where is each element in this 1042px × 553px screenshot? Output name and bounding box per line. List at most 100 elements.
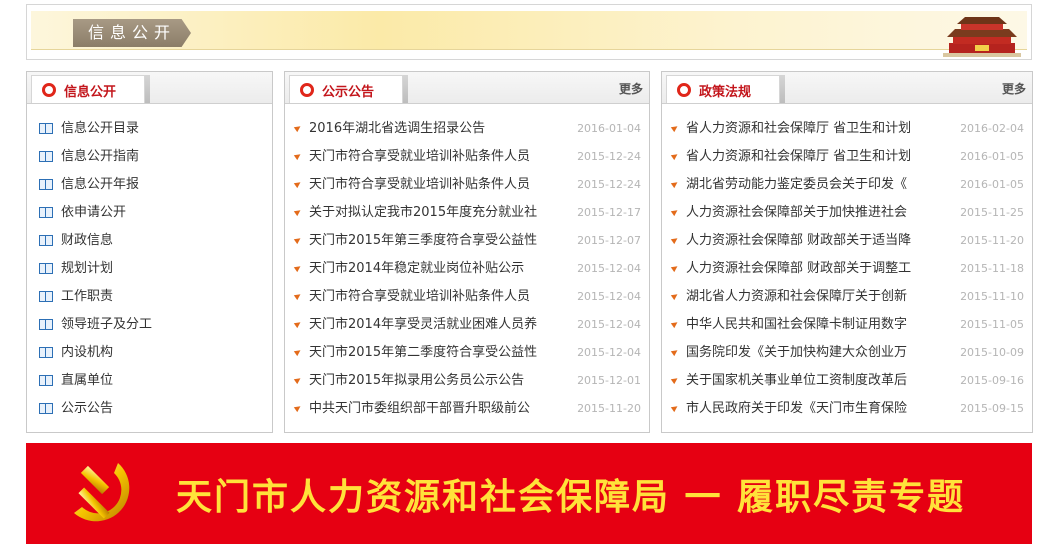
- policy-list-item[interactable]: 湖北省人力资源和社会保障厅关于创新 2015-11-10: [662, 287, 1032, 315]
- arrow-bullet-icon: [672, 236, 679, 243]
- arrow-bullet-icon: [295, 236, 302, 243]
- arrow-bullet-icon: [295, 124, 302, 131]
- policy-item-title[interactable]: 人力资源社会保障部 财政部关于适当降: [686, 231, 911, 251]
- notice-item-title[interactable]: 天门市符合享受就业培训补贴条件人员: [309, 147, 530, 167]
- info-list-item[interactable]: 信息公开年报: [27, 175, 272, 203]
- arrow-bullet-icon: [295, 348, 302, 355]
- info-list-label[interactable]: 信息公开年报: [61, 175, 139, 195]
- info-list-label[interactable]: 信息公开指南: [61, 147, 139, 167]
- policy-item-title[interactable]: 省人力资源和社会保障厅 省卫生和计划: [686, 119, 911, 139]
- info-panel-tab[interactable]: 信息公开: [31, 75, 145, 103]
- notice-list-item[interactable]: 关于对拟认定我市2015年度充分就业社 2015-12-17: [285, 203, 649, 231]
- tab-edge: [403, 75, 408, 103]
- notice-item-date: 2015-12-24: [577, 178, 641, 191]
- notice-item-title[interactable]: 中共天门市委组织部干部晋升职级前公: [309, 399, 530, 419]
- info-list-item[interactable]: 直属单位: [27, 371, 272, 399]
- policy-item-date: 2016-01-05: [960, 178, 1024, 191]
- policy-item-title[interactable]: 省人力资源和社会保障厅 省卫生和计划: [686, 147, 911, 167]
- info-list-item[interactable]: 领导班子及分工: [27, 315, 272, 343]
- notice-list-item[interactable]: 天门市符合享受就业培训补贴条件人员 2015-12-04: [285, 287, 649, 315]
- book-icon: [39, 207, 53, 218]
- book-icon: [39, 151, 53, 162]
- header-title: 信息公开: [73, 19, 191, 47]
- policy-item-title[interactable]: 人力资源社会保障部关于加快推进社会: [686, 203, 907, 223]
- info-list-label[interactable]: 依申请公开: [61, 203, 126, 223]
- policy-list-item[interactable]: 省人力资源和社会保障厅 省卫生和计划 2016-02-04: [662, 119, 1032, 147]
- policy-item-date: 2015-11-25: [960, 206, 1024, 219]
- notice-list-item[interactable]: 2016年湖北省选调生招录公告 2016-01-04: [285, 119, 649, 147]
- policy-list-item[interactable]: 市人民政府关于印发《天门市生育保险 2015-09-15: [662, 399, 1032, 427]
- policy-item-title[interactable]: 关于国家机关事业单位工资制度改革后: [686, 371, 907, 391]
- notice-list-item[interactable]: 天门市2014年稳定就业岗位补贴公示 2015-12-04: [285, 259, 649, 287]
- info-list-label[interactable]: 工作职责: [61, 287, 113, 307]
- info-list-item[interactable]: 信息公开指南: [27, 147, 272, 175]
- notice-item-date: 2015-12-07: [577, 234, 641, 247]
- arrow-bullet-icon: [295, 152, 302, 159]
- book-icon: [39, 291, 53, 302]
- notice-item-title[interactable]: 天门市2014年稳定就业岗位补贴公示: [309, 259, 524, 279]
- info-list-label[interactable]: 内设机构: [61, 343, 113, 363]
- policy-item-date: 2015-11-10: [960, 290, 1024, 303]
- info-list-item[interactable]: 依申请公开: [27, 203, 272, 231]
- policy-item-title[interactable]: 人力资源社会保障部 财政部关于调整工: [686, 259, 911, 279]
- policy-list-item[interactable]: 人力资源社会保障部关于加快推进社会 2015-11-25: [662, 203, 1032, 231]
- info-list-item[interactable]: 公示公告: [27, 399, 272, 427]
- policy-item-title[interactable]: 湖北省劳动能力鉴定委员会关于印发《: [686, 175, 907, 195]
- notice-item-title[interactable]: 关于对拟认定我市2015年度充分就业社: [309, 203, 537, 223]
- policy-item-title[interactable]: 湖北省人力资源和社会保障厅关于创新: [686, 287, 907, 307]
- info-list-label[interactable]: 规划计划: [61, 259, 113, 279]
- info-list-label[interactable]: 信息公开目录: [61, 119, 139, 139]
- policy-item-date: 2015-11-18: [960, 262, 1024, 275]
- info-list-item[interactable]: 规划计划: [27, 259, 272, 287]
- info-list-label[interactable]: 公示公告: [61, 399, 113, 419]
- arrow-bullet-icon: [295, 376, 302, 383]
- arrow-bullet-icon: [672, 348, 679, 355]
- notice-item-title[interactable]: 2016年湖北省选调生招录公告: [309, 119, 485, 139]
- notice-list-item[interactable]: 中共天门市委组织部干部晋升职级前公 2015-11-20: [285, 399, 649, 427]
- notice-list-item[interactable]: 天门市符合享受就业培训补贴条件人员 2015-12-24: [285, 147, 649, 175]
- policy-list-item[interactable]: 中华人民共和国社会保障卡制证用数字 2015-11-05: [662, 315, 1032, 343]
- info-list-item[interactable]: 工作职责: [27, 287, 272, 315]
- notice-item-title[interactable]: 天门市符合享受就业培训补贴条件人员: [309, 175, 530, 195]
- notice-more-link[interactable]: 更多: [619, 80, 643, 97]
- info-list-label[interactable]: 直属单位: [61, 371, 113, 391]
- info-list-item[interactable]: 内设机构: [27, 343, 272, 371]
- arrow-bullet-icon: [295, 320, 302, 327]
- notice-panel-tab[interactable]: 公示公告: [289, 75, 403, 103]
- notice-item-title[interactable]: 天门市2014年享受灵活就业困难人员养: [309, 315, 537, 335]
- notice-list-item[interactable]: 天门市2015年拟录用公务员公示公告 2015-12-01: [285, 371, 649, 399]
- tab-edge: [145, 75, 150, 103]
- notice-item-title[interactable]: 天门市符合享受就业培训补贴条件人员: [309, 287, 530, 307]
- policy-list-item[interactable]: 国务院印发《关于加快构建大众创业万 2015-10-09: [662, 343, 1032, 371]
- policy-list-item[interactable]: 湖北省劳动能力鉴定委员会关于印发《 2016-01-05: [662, 175, 1032, 203]
- notice-item-date: 2016-01-04: [577, 122, 641, 135]
- info-list-item[interactable]: 财政信息: [27, 231, 272, 259]
- notice-item-title[interactable]: 天门市2015年第三季度符合享受公益性: [309, 231, 537, 251]
- info-list-label[interactable]: 财政信息: [61, 231, 113, 251]
- policy-item-date: 2015-09-15: [960, 402, 1024, 415]
- notice-list-item[interactable]: 天门市2015年第三季度符合享受公益性 2015-12-07: [285, 231, 649, 259]
- info-panel: 信息公开 信息公开目录 信息公开指南 信息公开年报 依申请公开财政信息规划计划工作职责…: [26, 71, 273, 433]
- notice-list-item[interactable]: 天门市符合享受就业培训补贴条件人员 2015-12-24: [285, 175, 649, 203]
- policy-list-item[interactable]: 人力资源社会保障部 财政部关于适当降 2015-11-20: [662, 231, 1032, 259]
- policy-list-item[interactable]: 省人力资源和社会保障厅 省卫生和计划 2016-01-05: [662, 147, 1032, 175]
- policy-item-date: 2015-10-09: [960, 346, 1024, 359]
- policy-panel-tab[interactable]: 政策法规: [666, 75, 780, 103]
- policy-more-link[interactable]: 更多: [1002, 80, 1026, 97]
- policy-item-title[interactable]: 市人民政府关于印发《天门市生育保险: [686, 399, 907, 419]
- notice-item-title[interactable]: 天门市2015年第二季度符合享受公益性: [309, 343, 537, 363]
- footer-banner[interactable]: 天门市人力资源和社会保障局 一 履职尽责专题: [26, 443, 1032, 544]
- notice-list-item[interactable]: 天门市2014年享受灵活就业困难人员养 2015-12-04: [285, 315, 649, 343]
- policy-item-title[interactable]: 中华人民共和国社会保障卡制证用数字: [686, 315, 907, 335]
- info-list-item[interactable]: 信息公开目录: [27, 119, 272, 147]
- policy-list-item[interactable]: 关于国家机关事业单位工资制度改革后 2015-09-16: [662, 371, 1032, 399]
- notice-list-item[interactable]: 天门市2015年第二季度符合享受公益性 2015-12-04: [285, 343, 649, 371]
- policy-list-item[interactable]: 人力资源社会保障部 财政部关于调整工 2015-11-18: [662, 259, 1032, 287]
- policy-item-title[interactable]: 国务院印发《关于加快构建大众创业万: [686, 343, 907, 363]
- info-list-label[interactable]: 领导班子及分工: [61, 315, 152, 335]
- circle-icon: [300, 83, 314, 97]
- notice-list: 2016年湖北省选调生招录公告 2016-01-04 天门市符合享受就业培训补贴条件…: [285, 119, 649, 427]
- notice-item-title[interactable]: 天门市2015年拟录用公务员公示公告: [309, 371, 524, 391]
- policy-item-date: 2016-01-05: [960, 150, 1024, 163]
- policy-panel-title: 政策法规: [699, 85, 752, 100]
